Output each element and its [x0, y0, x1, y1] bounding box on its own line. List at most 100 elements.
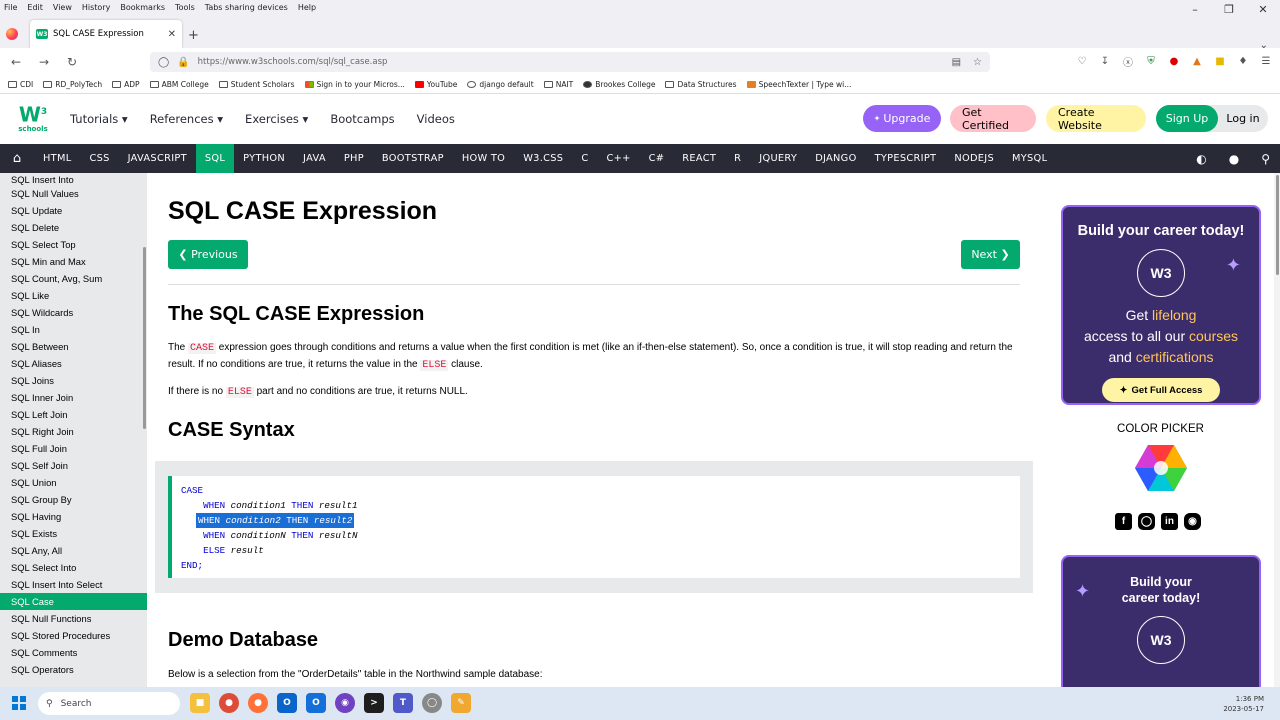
- terminal-icon[interactable]: >: [364, 693, 384, 713]
- upgrade-button[interactable]: ✦ Upgrade: [863, 105, 941, 132]
- topic-django[interactable]: DJANGO: [806, 144, 865, 173]
- topic-java[interactable]: JAVA: [294, 144, 335, 173]
- extensions-puzzle-icon[interactable]: ♦: [1237, 55, 1249, 67]
- sidebar-item[interactable]: SQL Left Join: [0, 406, 147, 423]
- sidebar-item[interactable]: SQL In: [0, 321, 147, 338]
- clock-icon[interactable]: ◯: [422, 693, 442, 713]
- topic-w3css[interactable]: W3.CSS: [514, 144, 572, 173]
- topic-python[interactable]: PYTHON: [234, 144, 294, 173]
- sidebar-scrollbar[interactable]: [143, 247, 146, 429]
- globe-icon[interactable]: ●: [1229, 152, 1239, 166]
- color-picker-heading[interactable]: COLOR PICKER: [1047, 423, 1274, 435]
- instagram-icon[interactable]: ◯: [1138, 513, 1155, 530]
- search-icon[interactable]: ⚲: [1261, 152, 1270, 166]
- bookmark-item[interactable]: django default: [467, 80, 534, 89]
- bookmark-item[interactable]: Student Scholars: [218, 80, 295, 89]
- sidebar-item[interactable]: SQL Group By: [0, 491, 147, 508]
- windows-start-icon[interactable]: [12, 696, 26, 710]
- topic-jquery[interactable]: JQUERY: [750, 144, 806, 173]
- extension-yellow-icon[interactable]: ■: [1214, 55, 1226, 67]
- color-picker-hexagon-icon[interactable]: [1135, 445, 1187, 491]
- previous-button[interactable]: ❮ Previous: [168, 240, 248, 269]
- menu-history[interactable]: History: [82, 3, 110, 12]
- topic-cpp[interactable]: C++: [597, 144, 639, 173]
- sidebar-item[interactable]: SQL Self Join: [0, 457, 147, 474]
- file-explorer-icon[interactable]: ■: [190, 693, 210, 713]
- outlook-icon[interactable]: O: [277, 693, 297, 713]
- extension-red-icon[interactable]: ●: [1168, 55, 1180, 67]
- career-ad-card[interactable]: Build your career today! W3 ✦ Get lifelo…: [1061, 205, 1261, 405]
- sidebar-item[interactable]: SQL Any, All: [0, 542, 147, 559]
- bookmark-item[interactable]: ABM College: [149, 80, 209, 89]
- sidebar-item[interactable]: SQL Delete: [0, 219, 147, 236]
- bookmark-item[interactable]: YouTube: [414, 80, 457, 89]
- topic-nodejs[interactable]: NODEJS: [945, 144, 1003, 173]
- teams-icon[interactable]: T: [393, 693, 413, 713]
- paint-icon[interactable]: ✎: [451, 693, 471, 713]
- lock-icon[interactable]: 🔒: [177, 57, 189, 68]
- taskbar-search[interactable]: ⚲ Search: [38, 692, 180, 715]
- topic-typescript[interactable]: TYPESCRIPT: [866, 144, 946, 173]
- sidebar-item[interactable]: SQL Stored Procedures: [0, 627, 147, 644]
- page-scrollbar[interactable]: [1274, 173, 1280, 687]
- sidebar-item[interactable]: SQL Wildcards: [0, 304, 147, 321]
- topic-css[interactable]: CSS: [80, 144, 118, 173]
- menu-help[interactable]: Help: [298, 3, 316, 12]
- career-ad-card-2[interactable]: ✦ Build your career today! W3: [1061, 555, 1261, 695]
- nav-videos[interactable]: Videos: [417, 112, 455, 126]
- chrome-icon[interactable]: ●: [219, 693, 239, 713]
- linkedin-icon[interactable]: in: [1161, 513, 1178, 530]
- facebook-icon[interactable]: f: [1115, 513, 1132, 530]
- sidebar-item[interactable]: SQL Update: [0, 202, 147, 219]
- nav-references[interactable]: References ▾: [150, 112, 223, 126]
- github-desktop-icon[interactable]: ◉: [335, 693, 355, 713]
- topic-r[interactable]: R: [725, 144, 750, 173]
- shield-icon[interactable]: ◯: [158, 57, 169, 68]
- create-website-button[interactable]: Create Website: [1046, 105, 1146, 132]
- bookmark-star-icon[interactable]: ☆: [973, 57, 982, 68]
- url-text[interactable]: https://www.w3schools.com/sql/sql_case.a…: [198, 57, 388, 67]
- sidebar-item[interactable]: SQL Insert Into Select: [0, 576, 147, 593]
- topic-html[interactable]: HTML: [34, 144, 80, 173]
- sidebar-item[interactable]: SQL Right Join: [0, 423, 147, 440]
- nav-bootcamps[interactable]: Bootcamps: [330, 112, 394, 126]
- menu-file[interactable]: File: [4, 3, 17, 12]
- topic-php[interactable]: PHP: [335, 144, 373, 173]
- sidebar-item[interactable]: SQL Union: [0, 474, 147, 491]
- sidebar-item[interactable]: SQL Null Values: [0, 185, 147, 202]
- next-button[interactable]: Next ❯: [961, 240, 1020, 269]
- menu-edit[interactable]: Edit: [27, 3, 43, 12]
- topic-react[interactable]: REACT: [673, 144, 725, 173]
- topic-bootstrap[interactable]: BOOTSTRAP: [373, 144, 453, 173]
- extension-shield-icon[interactable]: ⛨: [1145, 55, 1157, 67]
- topic-howto[interactable]: HOW TO: [453, 144, 514, 173]
- sidebar-item[interactable]: SQL Inner Join: [0, 389, 147, 406]
- close-tab-icon[interactable]: ✕: [168, 29, 176, 40]
- get-full-access-button[interactable]: ✦ Get Full Access: [1102, 378, 1220, 402]
- bookmark-item[interactable]: Sign in to your Micros...: [304, 80, 405, 89]
- code-block[interactable]: CASE WHEN condition1 THEN result1 WHEN c…: [168, 476, 1020, 578]
- reader-view-icon[interactable]: ▤: [952, 57, 961, 68]
- bookmark-item[interactable]: CDI: [8, 80, 33, 89]
- extension-x-icon[interactable]: ⓧ: [1122, 55, 1134, 69]
- sidebar-item[interactable]: SQL Null Functions: [0, 610, 147, 627]
- topic-c[interactable]: C: [572, 144, 597, 173]
- bookmark-item[interactable]: ADP: [112, 80, 140, 89]
- dark-mode-icon[interactable]: ◐: [1196, 152, 1206, 166]
- menu-bookmarks[interactable]: Bookmarks: [120, 3, 165, 12]
- sidebar-item[interactable]: SQL Like: [0, 287, 147, 304]
- firefox-view-icon[interactable]: [6, 28, 18, 40]
- log-in-button[interactable]: Log in: [1218, 105, 1268, 132]
- topic-javascript[interactable]: JAVASCRIPT: [119, 144, 196, 173]
- menu-tabs-sharing[interactable]: Tabs sharing devices: [205, 3, 288, 12]
- taskbar-clock[interactable]: 1:36 PM 2023-05-17: [1223, 694, 1264, 714]
- topic-sql[interactable]: SQL: [195, 144, 235, 173]
- nav-exercises[interactable]: Exercises ▾: [245, 112, 308, 126]
- bookmark-item[interactable]: NAIT: [543, 80, 573, 89]
- sidebar-item-active[interactable]: SQL Case: [0, 593, 147, 610]
- pocket-icon[interactable]: ♡: [1076, 55, 1088, 67]
- new-tab-icon[interactable]: +: [188, 28, 199, 43]
- sidebar-item[interactable]: SQL Having: [0, 508, 147, 525]
- topic-csharp[interactable]: C#: [640, 144, 674, 173]
- sidebar-item[interactable]: SQL Operators: [0, 661, 147, 678]
